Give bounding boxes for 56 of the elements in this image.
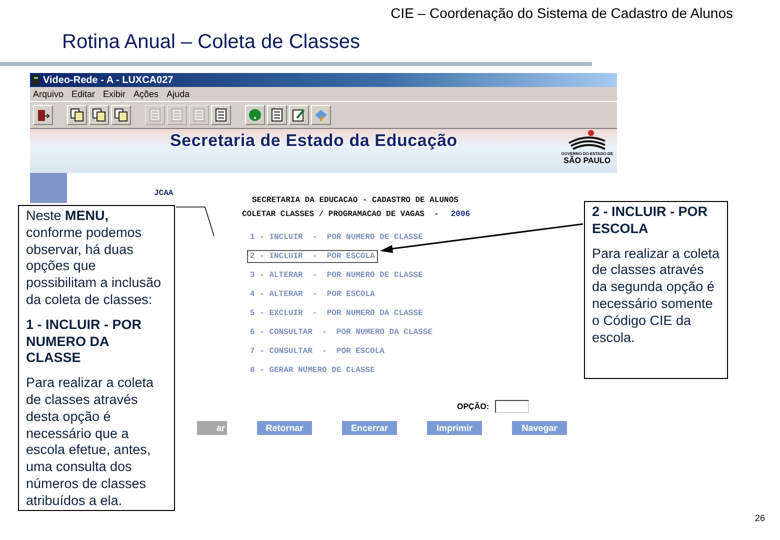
tray-icon [314, 108, 328, 122]
callout-text: Para realizar a coleta de classes através desta opção é necessário que a escola efetue, antes, uma consulta dos números de classes atribuídos a ela. [26, 375, 155, 510]
toolbar-button[interactable] [211, 105, 231, 125]
toolbar-button[interactable] [267, 105, 287, 125]
slide-header: CIE – Coordenação do Sistema de Cadastro de Alunos [390, 5, 733, 21]
menu-option[interactable]: 8 - GERAR NUMERO DE CLASSE [247, 364, 378, 377]
screen-subheading: COLETAR CLASSES / PROGRAMACAO DE VAGAS - [242, 210, 439, 219]
action-button[interactable]: Navegar [512, 421, 567, 435]
app-icon [32, 75, 40, 85]
copy-icon [92, 108, 106, 122]
document-icon [170, 108, 184, 122]
year: 2006 [450, 210, 470, 219]
toolbar-button[interactable] [289, 105, 309, 125]
copy-icon [70, 108, 84, 122]
option-field[interactable] [495, 400, 529, 413]
logo-icon [567, 129, 608, 151]
action-button[interactable]: Encerrar [342, 421, 397, 435]
user-name: JCAA [154, 189, 174, 198]
callout-heading: 2 - INCLUIR - POR ESCOLA [592, 204, 709, 238]
document-icon [192, 108, 206, 122]
action-button[interactable]: Retornar [257, 421, 312, 435]
action-button[interactable]: Imprimir [427, 421, 482, 435]
menu-option[interactable]: 2 - INCLUIR - POR ESCOLA [247, 250, 378, 263]
menu-item[interactable]: Arquivo [33, 89, 64, 99]
toolbar-button[interactable] [67, 105, 87, 125]
menu-item[interactable]: Exibir [103, 89, 126, 99]
side-panel [30, 173, 67, 203]
callout-text: Neste MENU, conforme podemos observar, há duas opções que possibilitam a inclusão da coleta de classes: [26, 208, 162, 309]
menu-option[interactable]: 6 - CONSULTAR - POR NUMERO DA CLASSE [247, 326, 436, 339]
document-icon [270, 108, 284, 122]
copy-icon [114, 108, 128, 122]
edit-icon [292, 108, 306, 122]
option-label: OPÇÃO: [457, 402, 489, 411]
logo-name: SÃO PAULO [564, 156, 611, 165]
menu-option[interactable]: 4 - ALTERAR - POR ESCOLA [247, 288, 378, 301]
menu-option[interactable]: 3 - ALTERAR - POR NUMERO DE CLASSE [247, 269, 426, 282]
banner-title: Secretaria de Estado da Educação [170, 131, 458, 151]
window-title: Video-Rede - A - LUXCA027 [43, 74, 174, 86]
callout-text: Para realizar a coleta de classes através da segunda opção é necessário somente o Código CIE da escola. [592, 246, 720, 346]
slide-title: Rotina Anual – Coleta de Classes [62, 31, 361, 54]
menu-item[interactable]: Ações [134, 89, 159, 99]
menu-item[interactable]: Editar [72, 89, 96, 99]
screen-heading: SECRETARIA DA EDUCACAO - CADASTRO DE ALUNOS [252, 196, 460, 205]
menu-item[interactable]: Ajuda [166, 89, 190, 99]
exit-door-icon [36, 108, 50, 122]
callout-heading: 1 - INCLUIR - POR NUMERO DA CLASSE [26, 316, 143, 368]
menu-option[interactable]: 5 - EXCLUIR - POR NUMERO DA CLASSE [247, 307, 426, 320]
toolbar-button[interactable] [111, 105, 131, 125]
toolbar-button[interactable] [33, 105, 53, 125]
document-icon [214, 108, 228, 122]
menu-option[interactable]: 7 - CONSULTAR - POR ESCOLA [247, 345, 388, 358]
page-number: 26 [754, 513, 765, 523]
help-icon [248, 108, 262, 122]
toolbar-button[interactable] [89, 105, 109, 125]
menu-option[interactable]: 1 - INCLUIR - POR NUMERO DE CLASSE [247, 231, 426, 244]
document-icon [148, 108, 162, 122]
